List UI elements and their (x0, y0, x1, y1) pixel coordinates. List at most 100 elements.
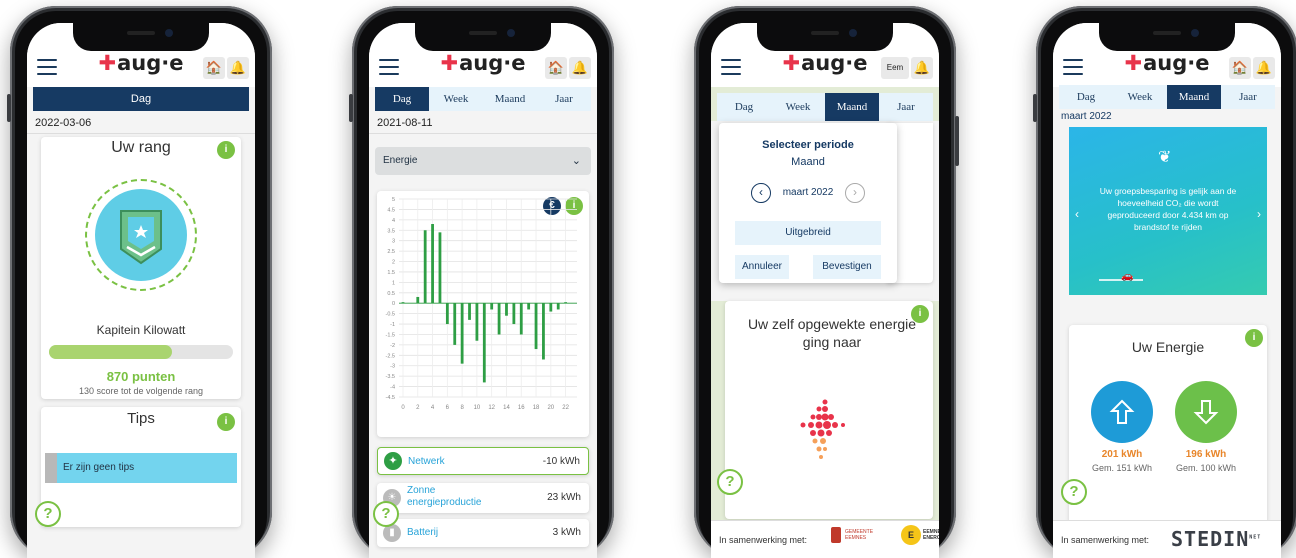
info-icon[interactable]: i (1245, 329, 1263, 347)
bar (438, 232, 442, 304)
y-tick-label: 2.5 (387, 249, 395, 255)
bell-icon[interactable]: 🔔 (1253, 57, 1275, 79)
tab-year[interactable]: Jaar (1221, 85, 1275, 109)
confirm-button[interactable]: Bevestigen (813, 255, 881, 279)
phone-screen: ✚aug·e 🏠 🔔 Dag 2022-03-06 Uw rang i Kapi… (27, 23, 255, 558)
phone-side-button (955, 116, 959, 166)
energy-destination-card: Uw zelf opgewekte energie ging naar i (725, 301, 933, 519)
info-icon[interactable]: i (911, 305, 929, 323)
notch (757, 23, 893, 51)
x-tick-label: 4 (431, 405, 435, 411)
chevron-down-icon: ⌄ (571, 155, 581, 167)
energy-card: Uw Energie i 201 kWh Gem. 151 kWh 196 kW… (1069, 325, 1267, 525)
home-icon[interactable]: 🏠 (1229, 57, 1251, 79)
footer: In samenwerking met: GEMEENTE EEMNES E E… (711, 520, 939, 558)
menu-icon[interactable] (1063, 59, 1083, 75)
tab-year[interactable]: Jaar (537, 87, 591, 111)
menu-icon[interactable] (379, 59, 399, 75)
list-item-battery[interactable]: ▮ Batterij 3 kWh (377, 519, 589, 547)
date-label: 2022-03-06 (35, 117, 92, 129)
savings-banner[interactable]: ❦ ‹ › Uw groepsbesparing is gelijk aan d… (1069, 127, 1267, 295)
energy-in[interactable] (1175, 381, 1237, 443)
extended-button[interactable]: Uitgebreid (735, 221, 881, 245)
phone-screen: ✚aug·e Eem 🔔 Dag Week Maand Jaar Selecte… (711, 23, 939, 558)
bar (519, 303, 523, 335)
tab-year[interactable]: Jaar (879, 93, 933, 121)
bar (505, 303, 508, 316)
tips-card: Tips i Er zijn geen tips (41, 407, 241, 527)
period-popup: Selecteer periode Maand ‹ maart 2022 › U… (719, 123, 897, 283)
help-button[interactable]: ? (717, 469, 743, 495)
chevron-right-icon[interactable]: › (845, 183, 865, 203)
bar (475, 303, 479, 341)
y-tick-label: -4.5 (386, 395, 395, 401)
tab-week[interactable]: Week (1113, 85, 1167, 109)
bar (431, 224, 434, 304)
points: 870 punten (106, 369, 176, 384)
tab-day[interactable]: Dag (1059, 85, 1113, 109)
info-icon[interactable]: i (217, 141, 235, 159)
phone-chart: ✚aug·e 🏠 🔔 Dag Week Maand Jaar 2021-08-1… (349, 6, 614, 558)
tab-week[interactable]: Week (771, 93, 825, 121)
tips-title: Tips (127, 410, 155, 427)
y-tick-label: 1 (392, 280, 395, 286)
banner-text: Uw groepsbesparing is gelijk aan de hoev… (1099, 186, 1237, 232)
tab-day[interactable]: Dag (33, 87, 249, 111)
phone-bezel: ✚aug·e 🏠 🔔 Dag 2022-03-06 Uw rang i Kapi… (15, 11, 267, 558)
list-item-solar[interactable]: ☀ Zonne energieproductie 23 kWh (377, 483, 589, 513)
popup-period: Maand (791, 156, 825, 168)
bar (460, 303, 464, 364)
tab-day[interactable]: Dag (717, 93, 771, 121)
x-tick-label: 20 (547, 405, 554, 411)
bell-icon[interactable]: 🔔 (569, 57, 591, 79)
energy-bar-chart: 5 4.5 4 3.5 3 2.5 2 1.5 1 0.5 0 -0.5 -1 -1.5 -2 -2.5 -3 -… (386, 197, 577, 411)
app-logo: ✚aug·e (98, 51, 184, 75)
menu-icon[interactable] (37, 59, 57, 75)
out-kwh: 201 kWh (1101, 449, 1143, 460)
bar (468, 303, 471, 320)
bell-icon[interactable]: 🔔 (911, 57, 933, 79)
info-icon[interactable]: i (217, 413, 235, 431)
phone-screen: ✚aug·e 🏠 🔔 Dag Week Maand Jaar maart 202… (1053, 23, 1281, 558)
y-tick-label: 0.5 (387, 291, 395, 297)
y-tick-label: -4 (390, 385, 395, 391)
help-button[interactable]: ? (373, 501, 399, 527)
y-tick-label: -3 (390, 364, 395, 370)
popup-month: maart 2022 (782, 187, 834, 198)
bar (453, 303, 457, 345)
tab-day[interactable]: Dag (375, 87, 429, 111)
y-tick-label: 1.5 (387, 270, 395, 276)
y-tick-label: -1.5 (386, 332, 395, 338)
energy-out[interactable] (1091, 381, 1153, 443)
rank-badge (95, 189, 187, 281)
item-value: 3 kWh (552, 527, 581, 538)
bar (527, 303, 531, 310)
phone-side-button (349, 94, 353, 122)
chevron-right-icon[interactable]: › (1257, 207, 1261, 221)
bar (490, 303, 494, 310)
person-icon: ✦ (384, 452, 402, 470)
popup-title: Selecteer periode (762, 139, 854, 151)
menu-icon[interactable] (721, 59, 741, 75)
help-button[interactable]: ? (1061, 479, 1087, 505)
date-label: maart 2022 (1061, 111, 1112, 122)
in-kwh: 196 kWh (1185, 449, 1227, 460)
out-average: Gem. 151 kWh (1091, 463, 1153, 473)
category-select[interactable]: Energie ⌄ (375, 147, 591, 175)
home-icon[interactable]: 🏠 (203, 57, 225, 79)
tab-month[interactable]: Maand (483, 87, 537, 111)
tab-month[interactable]: Maand (1167, 85, 1221, 109)
list-item-network[interactable]: ✦ Netwerk -10 kWh (377, 447, 589, 475)
x-tick-label: 10 (474, 405, 481, 411)
bell-icon[interactable]: 🔔 (227, 57, 249, 79)
phone-side-button (1033, 94, 1037, 122)
chevron-left-icon[interactable]: ‹ (1075, 207, 1079, 221)
cancel-button[interactable]: Annuleer (735, 255, 789, 279)
home-icon[interactable]: 🏠 (545, 57, 567, 79)
tab-week[interactable]: Week (429, 87, 483, 111)
help-button[interactable]: ? (35, 501, 61, 527)
energy-title: Uw Energie (1131, 339, 1205, 355)
partner-energy: EEMNES ENERGIE (923, 529, 939, 541)
community-button[interactable]: Eem (881, 57, 909, 79)
tab-month[interactable]: Maand (825, 93, 879, 121)
